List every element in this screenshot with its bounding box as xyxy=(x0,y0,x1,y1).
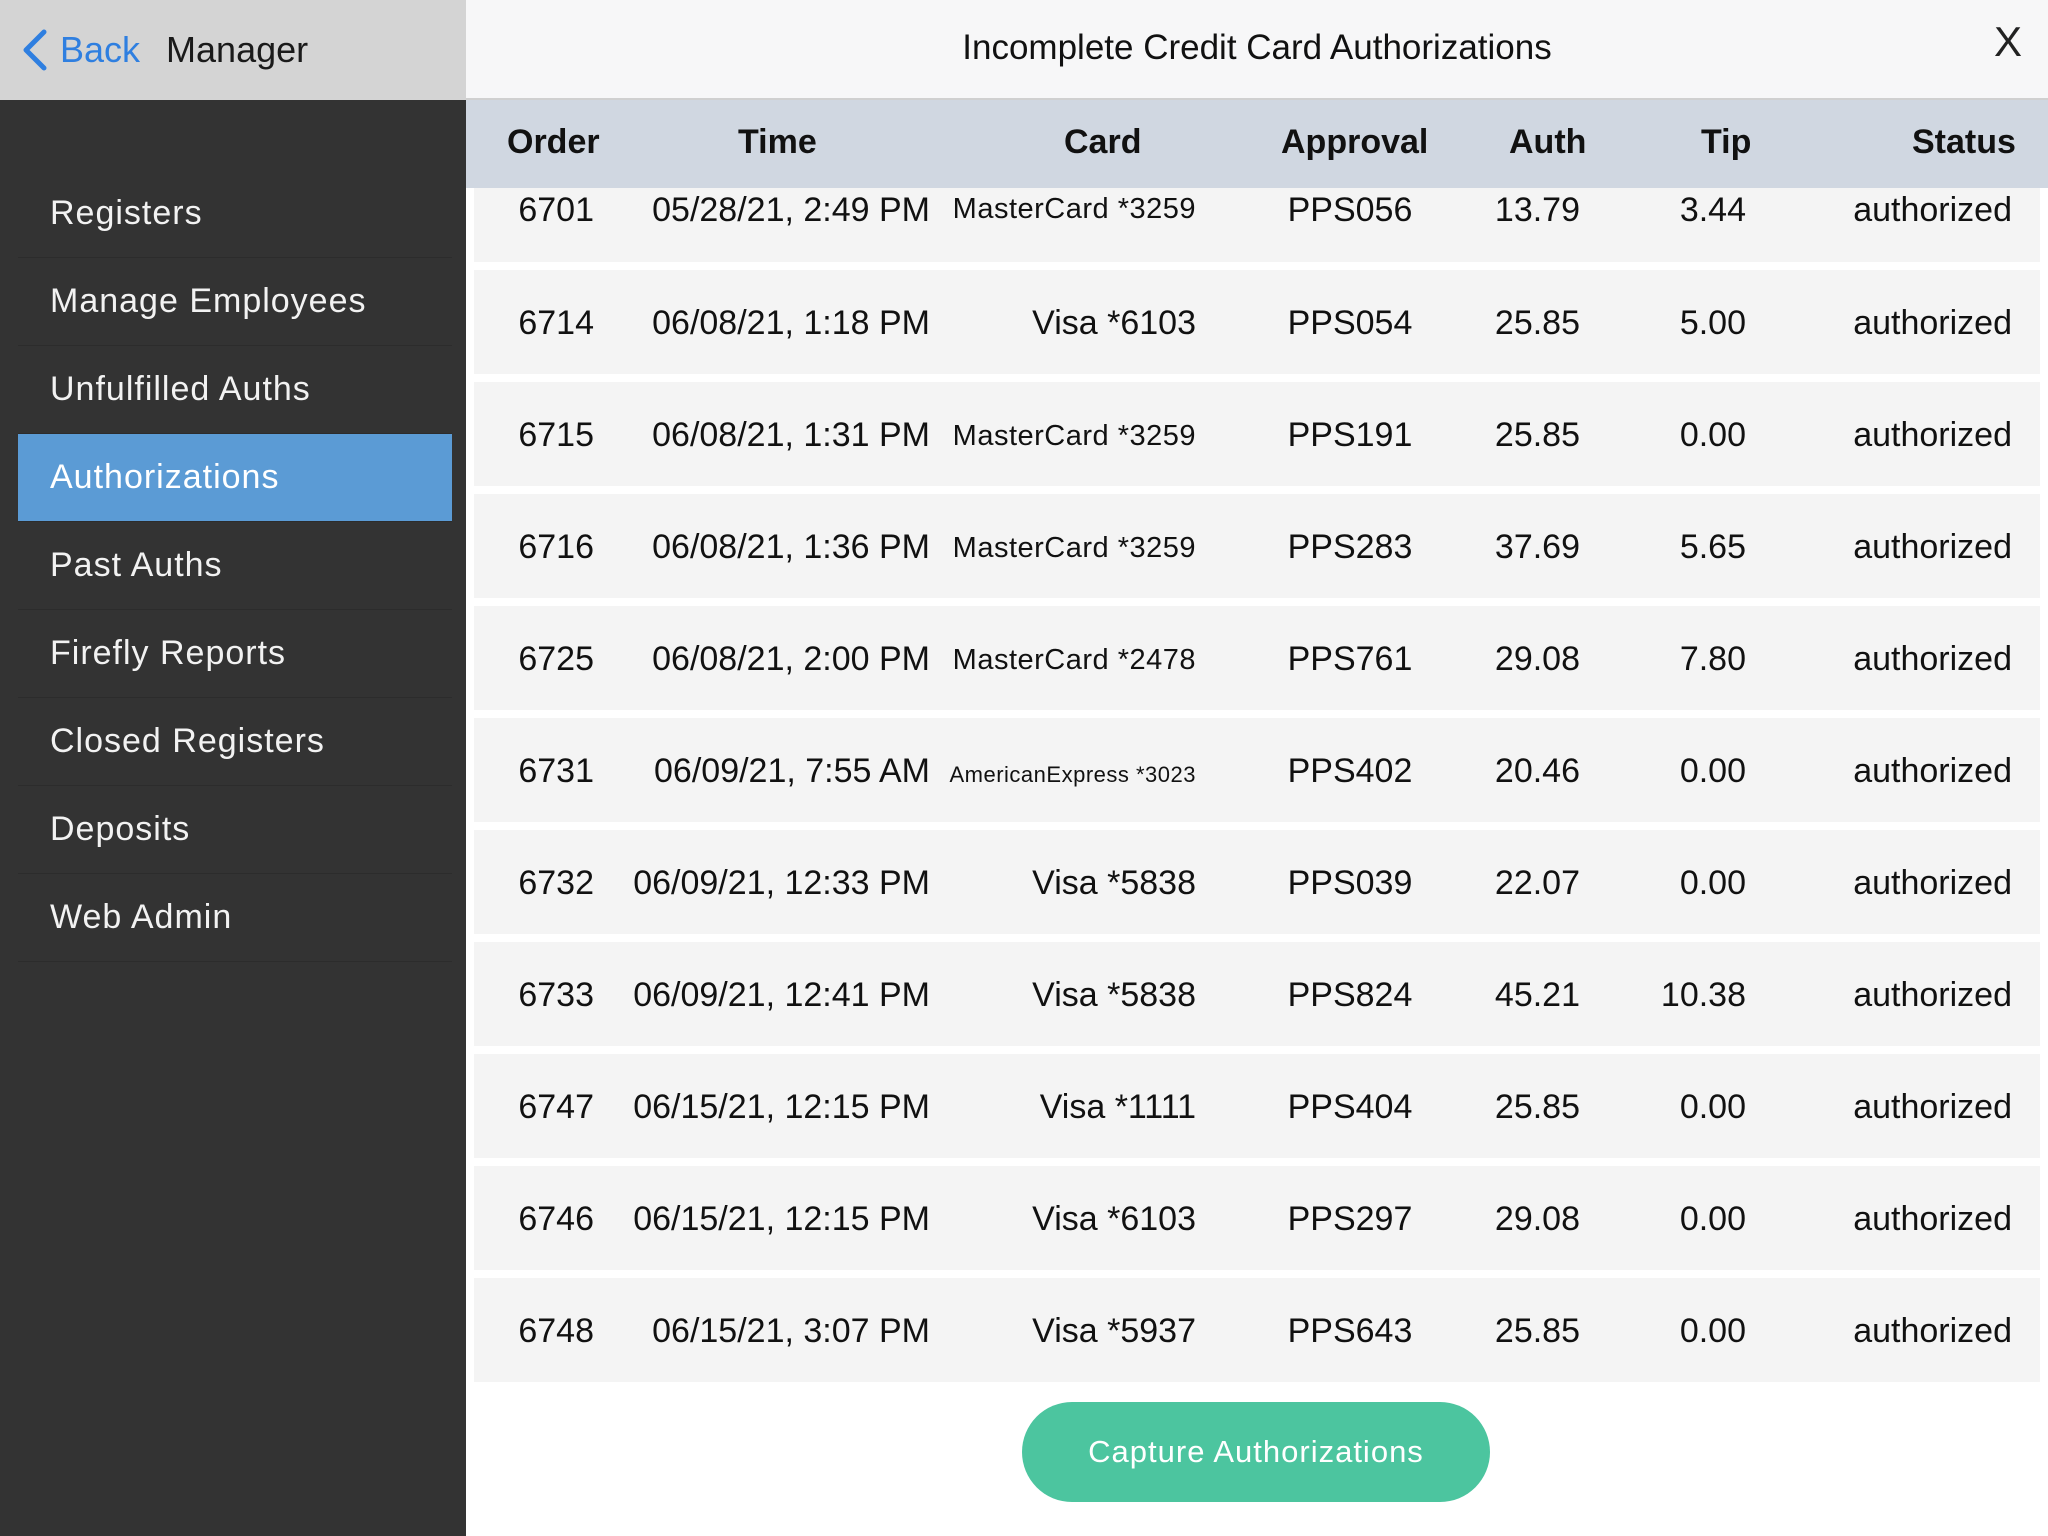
table-row[interactable]: 6715 06/08/21, 1:31 PM MasterCard *3259 PPS… xyxy=(474,382,2040,486)
status-cell: authorized xyxy=(1853,1088,2012,1126)
sidebar-item-firefly-reports[interactable]: Firefly Reports xyxy=(18,610,452,698)
status-cell: authorized xyxy=(1853,752,2012,790)
approval-cell: PPS643 xyxy=(1287,1312,1413,1350)
tip-cell: 7.80 xyxy=(1679,640,1746,678)
auth-cell: 45.21 xyxy=(1494,976,1580,1014)
auth-cell: 25.85 xyxy=(1494,1312,1580,1350)
approval-cell: PPS054 xyxy=(1287,304,1413,342)
table-row[interactable]: 6701 05/28/21, 2:49 PM MasterCard *3259 PPS… xyxy=(474,188,2040,262)
page-title: Incomplete Credit Card Authorizations xyxy=(962,28,1552,67)
sidebar-title: Manager xyxy=(166,29,309,70)
back-label: Back xyxy=(60,29,141,70)
table-row[interactable]: 6731 06/09/21, 7:55 AM AmericanExpress *30… xyxy=(474,718,2040,822)
table-row[interactable]: 6732 06/09/21, 12:33 PM Visa *5838 PPS039 22… xyxy=(474,830,2040,934)
main-panel: Incomplete Credit Card Authorizations X … xyxy=(466,0,2048,1536)
tip-cell: 0.00 xyxy=(1679,752,1746,790)
auth-cell: 25.85 xyxy=(1494,304,1580,342)
tip-cell: 10.38 xyxy=(1660,976,1746,1014)
capture-authorizations-button[interactable]: Capture Authorizations xyxy=(1022,1402,1490,1502)
sidebar-item-closed-registers[interactable]: Closed Registers xyxy=(18,698,452,786)
close-button[interactable]: X xyxy=(1994,18,2022,66)
status-cell: authorized xyxy=(1853,640,2012,678)
auth-cell: 25.85 xyxy=(1494,416,1580,454)
approval-cell: PPS283 xyxy=(1287,528,1413,566)
sidebar-item-authorizations[interactable]: Authorizations xyxy=(18,434,452,522)
column-header-order: Order xyxy=(507,123,600,161)
status-cell: authorized xyxy=(1853,304,2012,342)
status-cell: authorized xyxy=(1853,864,2012,902)
approval-cell: PPS404 xyxy=(1287,1088,1413,1126)
auth-cell: 29.08 xyxy=(1494,1200,1580,1238)
approval-cell: PPS824 xyxy=(1287,976,1413,1014)
chevron-left-icon xyxy=(23,29,47,71)
status-cell: authorized xyxy=(1853,528,2012,566)
tip-cell: 0.00 xyxy=(1679,1088,1746,1126)
sidebar-item-manage-employees[interactable]: Manage Employees xyxy=(18,258,452,346)
back-button[interactable]: Back xyxy=(20,28,140,72)
sidebar-item-registers[interactable]: Registers xyxy=(18,170,452,258)
status-cell: authorized xyxy=(1853,191,2012,229)
approval-cell: PPS039 xyxy=(1287,864,1413,902)
auth-cell: 37.69 xyxy=(1494,528,1580,566)
tip-cell: 5.00 xyxy=(1679,304,1746,342)
column-header-auth: Auth xyxy=(1509,123,1587,161)
column-header-tip: Tip xyxy=(1701,123,1752,161)
table-row[interactable]: 6747 06/15/21, 12:15 PM Visa *1111 PPS404 25… xyxy=(474,1054,2040,1158)
approval-cell: PPS056 xyxy=(1287,191,1413,229)
auth-cell: 25.85 xyxy=(1494,1088,1580,1126)
column-header-approval: Approval xyxy=(1281,123,1429,161)
tip-cell: 0.00 xyxy=(1679,1200,1746,1238)
auth-cell: 29.08 xyxy=(1494,640,1580,678)
table-row[interactable]: 6716 06/08/21, 1:36 PM MasterCard *3259 PPS… xyxy=(474,494,2040,598)
auth-cell: 22.07 xyxy=(1494,864,1580,902)
table-header: Order Time Card Approval Auth Tip Status xyxy=(466,100,2048,188)
status-cell: authorized xyxy=(1853,1200,2012,1238)
tip-cell: 3.44 xyxy=(1679,191,1746,229)
sidebar-item-deposits[interactable]: Deposits xyxy=(18,786,452,874)
table-row[interactable]: 6714 06/08/21, 1:18 PM Visa *6103 PPS054 25.… xyxy=(474,270,2040,374)
tip-cell: 5.65 xyxy=(1679,528,1746,566)
status-cell: authorized xyxy=(1853,976,2012,1014)
main-header: Incomplete Credit Card Authorizations X xyxy=(466,0,2048,100)
sidebar-item-unfulfilled-auths[interactable]: Unfulfilled Auths xyxy=(18,346,452,434)
sidebar-item-web-admin[interactable]: Web Admin xyxy=(18,874,452,962)
tip-cell: 0.00 xyxy=(1679,864,1746,902)
column-header-time: Time xyxy=(738,123,817,161)
table-row[interactable]: 6733 06/09/21, 12:41 PM Visa *5838 PPS824 45… xyxy=(474,942,2040,1046)
approval-cell: PPS191 xyxy=(1287,416,1413,454)
approval-cell: PPS761 xyxy=(1287,640,1413,678)
authorizations-table: 6701 05/28/21, 2:49 PM MasterCard *3259 PPS… xyxy=(474,188,2040,1390)
sidebar-nav: Registers Manage Employees Unfulfilled A… xyxy=(18,170,452,962)
column-header-status: Status xyxy=(1912,123,2016,161)
status-cell: authorized xyxy=(1853,1312,2012,1350)
auth-cell: 20.46 xyxy=(1494,752,1580,790)
sidebar: Back Manager Registers Manage Employees … xyxy=(0,0,466,1536)
tip-cell: 0.00 xyxy=(1679,416,1746,454)
table-row[interactable]: 6725 06/08/21, 2:00 PM MasterCard *2478 PPS… xyxy=(474,606,2040,710)
tip-cell: 0.00 xyxy=(1679,1312,1746,1350)
approval-cell: PPS402 xyxy=(1287,752,1413,790)
column-header-card: Card xyxy=(1064,123,1142,161)
approval-cell: PPS297 xyxy=(1287,1200,1413,1238)
status-cell: authorized xyxy=(1853,416,2012,454)
sidebar-header: Back Manager xyxy=(0,0,466,100)
auth-cell: 13.79 xyxy=(1494,191,1580,229)
table-row[interactable]: 6746 06/15/21, 12:15 PM Visa *6103 PPS297 29… xyxy=(474,1166,2040,1270)
sidebar-item-past-auths[interactable]: Past Auths xyxy=(18,522,452,610)
table-row[interactable]: 6748 06/15/21, 3:07 PM Visa *5937 PPS643 25.… xyxy=(474,1278,2040,1382)
